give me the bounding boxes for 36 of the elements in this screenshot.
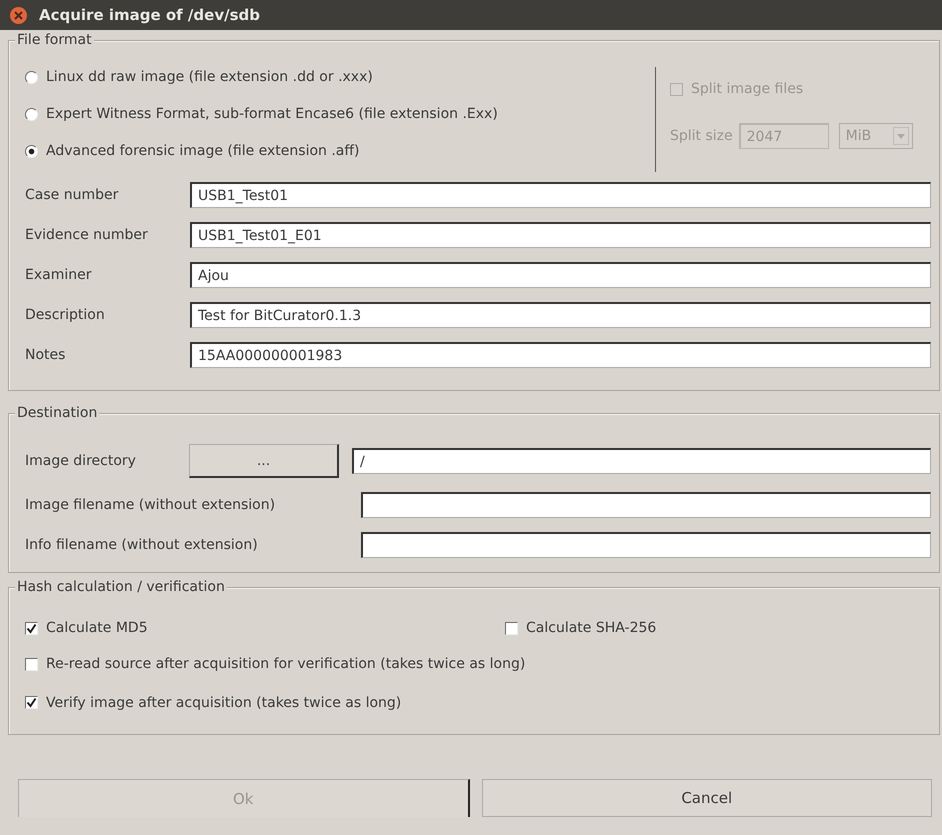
radio-button[interactable] [25,108,38,120]
field-label: Examiner [25,267,92,283]
field-label: Notes [25,347,66,363]
text-field[interactable] [361,532,931,558]
browse-button[interactable]: ... [189,444,339,478]
checkbox-label: Calculate MD5 [46,620,148,636]
text-field[interactable] [361,492,931,518]
radio-button[interactable] [25,70,38,84]
text-field[interactable]: USB1_Test01 [190,182,931,208]
text-field[interactable]: USB1_Test01_E01 [190,222,931,248]
checkbox[interactable] [25,696,38,709]
checkbox-label: Split image files [691,81,804,97]
radio-label: Advanced forensic image (file extension .aff) [46,143,360,159]
radio-button[interactable] [25,144,38,158]
checkbox[interactable] [505,622,518,634]
dialog-button[interactable]: Cancel [482,779,932,817]
field-label: Image directory [25,453,137,469]
field-label: Evidence number [25,227,149,243]
checkbox-label: Verify image after acquisition (takes twice as long) [46,694,402,710]
checkbox-label: Re-read source after acquisition for verification (takes twice as long) [46,656,526,672]
checkbox[interactable] [25,658,38,670]
window-title: Acquire image of /dev/sdb [39,6,260,24]
text-field[interactable]: Ajou [190,262,931,288]
checkbox[interactable] [25,622,38,634]
directory-field[interactable]: / [352,448,931,474]
field-label: Info filename (without extension) [25,537,259,553]
checkbox-label: Calculate SHA-256 [526,620,656,636]
text-field[interactable]: Test for BitCurator0.1.3 [190,302,931,328]
radio-label: Expert Witness Format, sub-format Encase6 (file extension .Exx) [46,106,498,122]
radio-label: Linux dd raw image (file extension .dd or .xxx) [46,69,373,85]
text-field[interactable]: 15AA000000001983 [190,342,931,368]
field-label: Case number [25,187,120,203]
field-label: Description [25,307,106,323]
close-icon[interactable] [10,6,27,24]
split-size-label: Split size [670,128,733,144]
field-label: Image filename (without extension) [25,497,276,513]
